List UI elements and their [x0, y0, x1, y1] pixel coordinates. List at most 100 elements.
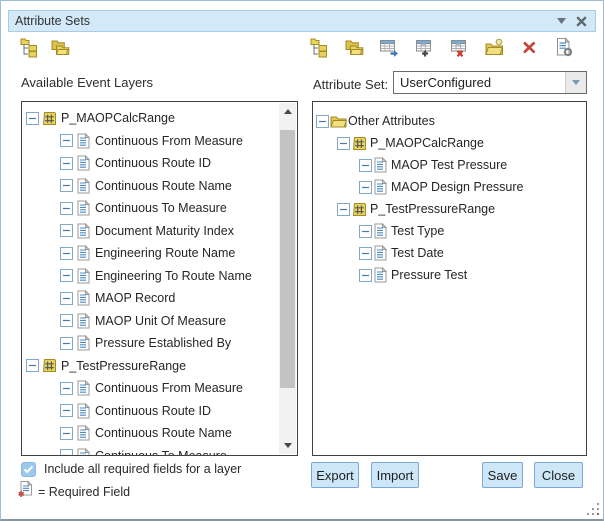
collapse-minus-icon[interactable] — [359, 159, 372, 172]
collapse-minus-icon[interactable] — [359, 225, 372, 238]
tree-item-label: Continuous From Measure — [95, 134, 243, 148]
tree-item-label: Test Date — [391, 246, 444, 260]
collapse-minus-icon[interactable] — [26, 359, 39, 372]
chevron-down-icon — [572, 80, 580, 85]
combobox-dropdown-button[interactable] — [565, 72, 586, 93]
close-button[interactable]: Close — [534, 462, 583, 488]
tree-item-label: Continuous To Measure — [95, 449, 227, 456]
folder-icon — [330, 115, 347, 128]
collapse-minus-icon[interactable] — [60, 449, 73, 456]
scroll-up-button[interactable] — [279, 103, 296, 120]
required-field-legend: = Required Field — [38, 485, 130, 499]
tree-item-label: Pressure Test — [391, 268, 467, 282]
field-icon — [77, 268, 90, 284]
tree-item-label: Engineering Route Name — [95, 246, 235, 260]
required-field-icon — [17, 480, 34, 499]
collapse-minus-icon[interactable] — [359, 269, 372, 282]
collapse-minus-icon[interactable] — [359, 247, 372, 260]
collapse-minus-icon[interactable] — [316, 115, 329, 128]
new-folder-icon[interactable] — [484, 37, 505, 58]
collapse-minus-icon[interactable] — [337, 137, 350, 150]
field-icon — [77, 403, 90, 419]
tree-item-label: Continuous Route Name — [95, 179, 232, 193]
scrollbar-thumb[interactable] — [280, 130, 295, 388]
expand-layers-icon[interactable] — [309, 37, 330, 58]
tree-item-label: Test Type — [391, 224, 444, 238]
open-folders-icon[interactable] — [50, 37, 71, 58]
toolbar-right — [309, 37, 575, 58]
tree-item-label: P_MAOPCalcRange — [61, 111, 175, 125]
open-folders-icon[interactable] — [344, 37, 365, 58]
attribute-set-label: Attribute Set: — [313, 77, 388, 92]
delete-icon[interactable] — [519, 37, 540, 58]
collapse-minus-icon[interactable] — [60, 382, 73, 395]
tree-item-label: Continuous To Measure — [95, 201, 227, 215]
expand-layers-icon[interactable] — [19, 37, 40, 58]
tree-item-label: Document Maturity Index — [95, 224, 234, 238]
collapse-minus-icon[interactable] — [26, 112, 39, 125]
import-button[interactable]: Import — [371, 462, 419, 488]
collapse-icon[interactable] — [557, 18, 566, 24]
collapse-minus-icon[interactable] — [359, 181, 372, 194]
attribute-set-value: UserConfigured — [394, 72, 565, 93]
include-required-fields-checkbox[interactable] — [21, 462, 36, 477]
available-event-layers-label: Available Event Layers — [21, 75, 153, 90]
collapse-minus-icon[interactable] — [60, 337, 73, 350]
left-tree-scrollbar[interactable] — [279, 103, 296, 454]
attribute-set-combobox[interactable]: UserConfigured — [393, 71, 587, 94]
file-settings-icon[interactable] — [554, 37, 575, 58]
tree-item-label: P_MAOPCalcRange — [370, 136, 484, 150]
collapse-minus-icon[interactable] — [60, 269, 73, 282]
save-button[interactable]: Save — [482, 462, 523, 488]
field-icon — [77, 380, 90, 396]
collapse-minus-icon[interactable] — [60, 404, 73, 417]
tree-item-label: MAOP Test Pressure — [391, 158, 507, 172]
include-required-fields-label: Include all required fields for a layer — [44, 462, 241, 476]
collapse-minus-icon[interactable] — [60, 179, 73, 192]
field-icon — [77, 290, 90, 306]
scroll-down-button[interactable] — [279, 437, 296, 454]
table-add-icon[interactable] — [414, 37, 435, 58]
collapse-minus-icon[interactable] — [60, 292, 73, 305]
field-icon — [77, 448, 90, 456]
tree-item-label: MAOP Unit Of Measure — [95, 314, 226, 328]
tree-item-label: Pressure Established By — [95, 336, 231, 350]
field-icon — [374, 245, 387, 261]
tree-item-label: Other Attributes — [348, 114, 435, 128]
tree-item-label: MAOP Design Pressure — [391, 180, 523, 194]
tree-item-label: MAOP Record — [95, 291, 175, 305]
tree-item-label: Engineering To Route Name — [95, 269, 252, 283]
available-event-layers-tree[interactable]: P_MAOPCalcRange Continuous From Measure Co… — [21, 101, 298, 456]
event-layer-icon — [42, 358, 57, 373]
resize-grip[interactable] — [587, 503, 599, 515]
table-remove-icon[interactable] — [449, 37, 470, 58]
collapse-minus-icon[interactable] — [60, 134, 73, 147]
attribute-sets-dialog: Attribute Sets Available Event Layers At… — [0, 0, 604, 521]
collapse-minus-icon[interactable] — [60, 202, 73, 215]
collapse-minus-icon[interactable] — [60, 224, 73, 237]
tree-item-label: P_TestPressureRange — [370, 202, 495, 216]
tree-item-label: Continuous From Measure — [95, 381, 243, 395]
toolbar-left — [19, 37, 71, 58]
field-icon — [374, 179, 387, 195]
collapse-minus-icon[interactable] — [60, 157, 73, 170]
attribute-set-tree[interactable]: Other Attributes P_MAOPCalcRange MAOP Test… — [312, 101, 587, 456]
field-icon — [77, 245, 90, 261]
collapse-minus-icon[interactable] — [60, 314, 73, 327]
export-button[interactable]: Export — [311, 462, 359, 488]
field-icon — [77, 200, 90, 216]
event-layer-icon — [352, 136, 367, 151]
field-icon — [374, 157, 387, 173]
field-icon — [374, 267, 387, 283]
tree-item-label: Continuous Route ID — [95, 156, 211, 170]
collapse-minus-icon[interactable] — [60, 427, 73, 440]
close-icon[interactable] — [576, 16, 587, 27]
field-icon — [374, 223, 387, 239]
table-export-icon[interactable] — [379, 37, 400, 58]
field-icon — [77, 313, 90, 329]
collapse-minus-icon[interactable] — [60, 247, 73, 260]
collapse-minus-icon[interactable] — [337, 203, 350, 216]
field-icon — [77, 133, 90, 149]
tree-item-label: Continuous Route ID — [95, 404, 211, 418]
titlebar[interactable]: Attribute Sets — [8, 10, 596, 32]
